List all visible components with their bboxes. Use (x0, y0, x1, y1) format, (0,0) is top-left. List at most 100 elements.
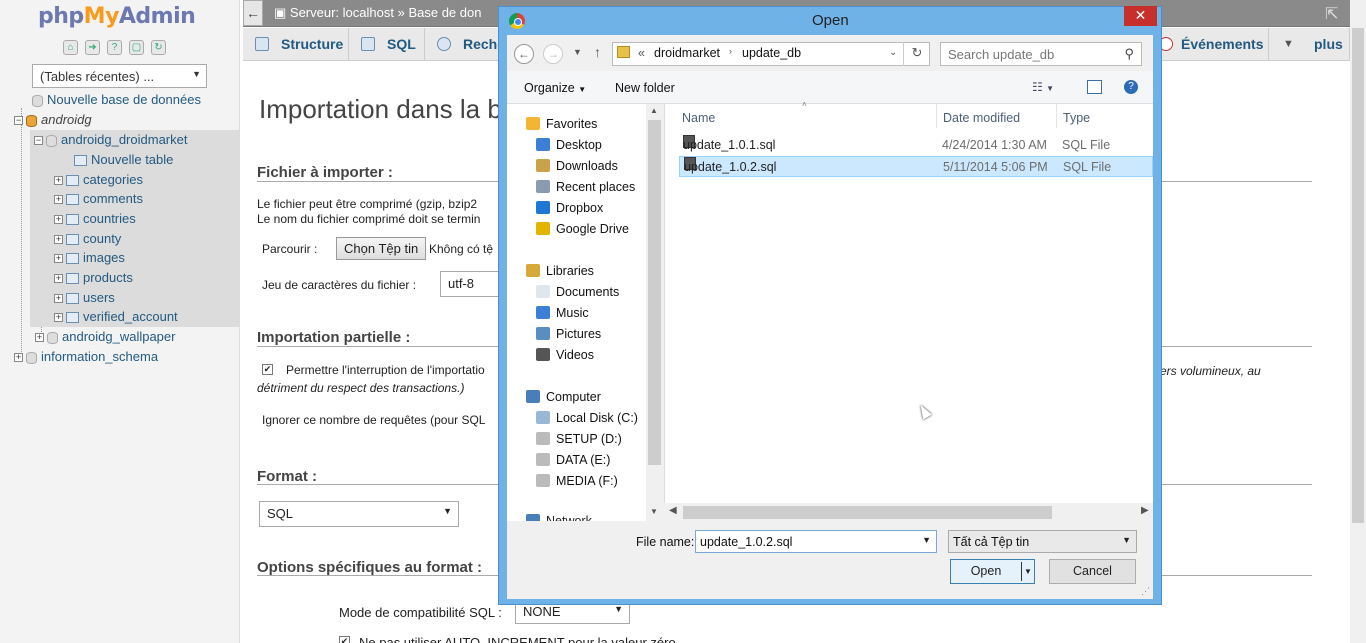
breadcrumb-database[interactable]: Base de don (408, 5, 481, 20)
expand-icon[interactable]: + (54, 235, 63, 245)
interrupt-checkbox[interactable]: ✔ (262, 364, 273, 375)
expand-icon[interactable]: + (14, 353, 23, 363)
scroll-right-icon[interactable]: ▶ (1141, 505, 1149, 516)
nav-desktop[interactable]: Desktop (536, 138, 602, 152)
forward-button[interactable]: → (543, 44, 563, 64)
file-row[interactable]: update_1.0.1.sql 4/24/2014 1:30 AM SQL Fil… (679, 135, 1153, 156)
tree-db-wallpaper[interactable]: + androidg_wallpaper (35, 327, 175, 347)
column-header-name[interactable]: Name (682, 111, 715, 125)
resize-grip-icon[interactable]: ⋰ (1141, 586, 1150, 597)
path-segment-droidmarket[interactable]: droidmarket (654, 46, 720, 60)
nav-libraries[interactable]: Libraries (526, 264, 594, 278)
expand-icon[interactable]: + (54, 195, 63, 205)
nav-google-drive[interactable]: Google Drive (536, 222, 629, 236)
nav-music[interactable]: Music (536, 306, 589, 320)
expand-icon[interactable]: + (54, 294, 63, 304)
path-overflow[interactable]: « (638, 46, 645, 60)
tree-table-countries[interactable]: + countries (30, 209, 240, 229)
nav-pane-scrollbar-thumb[interactable] (648, 120, 661, 465)
help-icon[interactable]: ? (1124, 80, 1138, 94)
tree-table-users[interactable]: + users (30, 288, 240, 308)
tree-table-images[interactable]: + images (30, 248, 240, 268)
nav-drive-1[interactable]: SETUP (D:) (536, 432, 622, 446)
filetype-select[interactable]: Tất cả Tệp tin ▼ (948, 530, 1137, 553)
expand-icon[interactable]: + (54, 215, 63, 225)
nav-downloads[interactable]: Downloads (536, 159, 618, 173)
expand-icon[interactable]: + (54, 274, 63, 284)
home-icon[interactable]: ⌂ (63, 40, 78, 55)
view-options-icon[interactable]: ☷ ▼ (1032, 80, 1054, 94)
nav-pictures[interactable]: Pictures (536, 327, 601, 341)
scroll-left-icon[interactable]: ◀ (669, 505, 677, 516)
recent-tables-select[interactable]: (Tables récentes) ... ▼ (32, 64, 207, 88)
tree-new-table[interactable]: Nouvelle table (30, 150, 240, 170)
phpmyadmin-logo[interactable]: phpMyAdmin (38, 4, 196, 29)
collapse-icon[interactable]: − (34, 136, 43, 146)
back-button[interactable]: ← (514, 44, 534, 64)
address-dropdown-icon[interactable]: ⌄ (889, 47, 897, 58)
table-icon (66, 312, 79, 324)
refresh-button[interactable]: ↻ (903, 42, 930, 66)
expand-icon[interactable]: + (54, 176, 63, 186)
nav-network[interactable]: Network (526, 514, 646, 521)
collapse-nav-button[interactable]: ← (243, 0, 263, 26)
page-scrollbar-thumb[interactable] (1352, 28, 1364, 523)
breadcrumb-server[interactable]: Serveur: localhost (290, 5, 394, 20)
format-select[interactable]: SQL ▼ (259, 501, 459, 527)
nav-documents[interactable]: Documents (536, 285, 619, 299)
dialog-close-button[interactable]: ✕ (1124, 6, 1157, 26)
nav-favorites[interactable]: Favorites (526, 117, 597, 131)
cancel-button[interactable]: Cancel (1049, 559, 1136, 584)
auto-increment-checkbox[interactable]: ✔ (339, 636, 350, 643)
tree-table-county[interactable]: + county (30, 229, 240, 249)
tree-db-droidmarket[interactable]: − androidg_droidmarket (30, 130, 240, 150)
tree-new-database[interactable]: Nouvelle base de données (32, 90, 201, 110)
tab-more[interactable]: ▼ plus (1269, 28, 1350, 61)
column-header-date[interactable]: Date modified (943, 111, 1020, 125)
reload-icon[interactable]: ↻ (151, 40, 166, 55)
nav-drive-2[interactable]: DATA (E:) (536, 453, 610, 467)
nav-drive-3[interactable]: MEDIA (F:) (536, 474, 618, 488)
preview-pane-icon[interactable] (1087, 80, 1102, 94)
column-header-type[interactable]: Type (1063, 111, 1090, 125)
nav-drive-0[interactable]: Local Disk (C:) (536, 411, 638, 425)
docs-icon[interactable]: ▢ (129, 40, 144, 55)
collapse-icon[interactable]: − (14, 116, 23, 126)
file-row[interactable]: update_1.0.2.sql 5/11/2014 5:06 PM SQL Fil… (679, 156, 1153, 177)
nav-recent-places[interactable]: Recent places (536, 180, 635, 194)
tree-table-comments[interactable]: + comments (30, 189, 240, 209)
expand-icon[interactable]: + (54, 254, 63, 264)
search-field[interactable]: Search update_db ⚲ (940, 42, 1142, 66)
choose-file-button[interactable]: Chọn Tệp tin (336, 237, 427, 260)
section-file-to-import: Fichier à importer : (257, 164, 393, 181)
tree-table-categories[interactable]: + categories (30, 170, 240, 190)
new-folder-button[interactable]: New folder (615, 81, 675, 95)
dropdown-arrow-icon: ▼ (443, 506, 452, 516)
scroll-down-icon[interactable]: ▼ (650, 507, 658, 516)
tab-structure[interactable]: Structure (243, 28, 349, 61)
recent-locations-icon[interactable]: ▼ (573, 47, 582, 57)
path-segment-update-db[interactable]: update_db (742, 46, 801, 60)
filename-input[interactable]: update_1.0.2.sql ▼ (695, 530, 937, 553)
scroll-up-icon[interactable]: ▲ (650, 106, 658, 115)
open-button[interactable]: Open ▼ (950, 559, 1035, 584)
hscrollbar-thumb[interactable] (683, 506, 1052, 519)
logout-icon[interactable]: ➜ (85, 40, 100, 55)
split-arrow-icon[interactable]: ▼ (1024, 560, 1032, 583)
organize-menu[interactable]: Organize ▼ (524, 81, 586, 95)
tree-db-information-schema[interactable]: + information_schema (14, 347, 158, 367)
tab-search[interactable]: Reche (425, 28, 505, 61)
expand-icon[interactable]: + (35, 333, 44, 343)
nav-videos[interactable]: Videos (536, 348, 594, 362)
nav-dropbox[interactable]: Dropbox (536, 201, 603, 215)
tree-db-androidg[interactable]: − androidg (14, 110, 92, 130)
expand-icon[interactable]: + (54, 313, 63, 323)
tab-sql[interactable]: SQL (349, 28, 425, 61)
collapse-arrows-icon[interactable]: ⇱ (1325, 4, 1338, 24)
up-folder-button[interactable]: ↑ (594, 44, 601, 60)
tree-table-products[interactable]: + products (30, 268, 240, 288)
nav-computer[interactable]: Computer (526, 390, 601, 404)
help-icon[interactable]: ? (107, 40, 122, 55)
tree-table-verified-account[interactable]: + verified_account (30, 307, 240, 327)
charset-select[interactable]: utf-8 (440, 271, 500, 297)
